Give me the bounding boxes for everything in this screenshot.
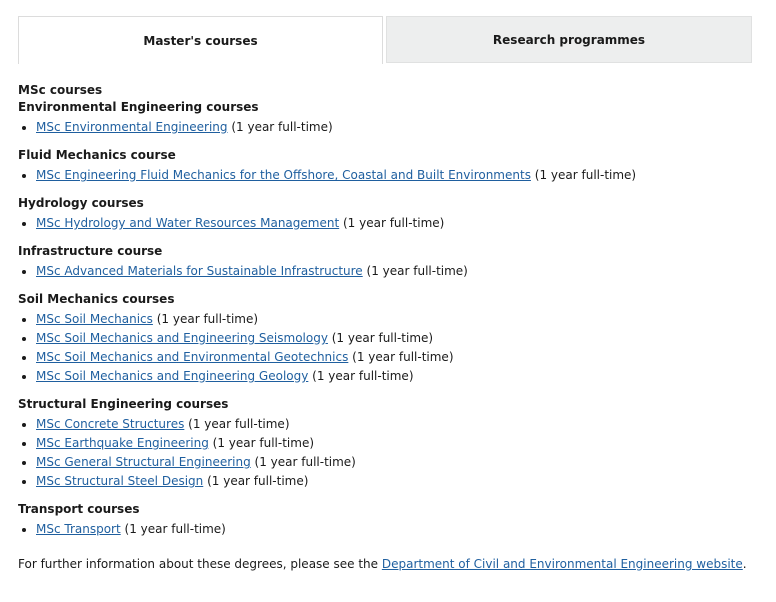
footer-period: . xyxy=(742,557,747,571)
course-duration: (1 year full-time) xyxy=(348,350,454,364)
course-group-heading: Infrastructure course xyxy=(18,244,163,258)
course-list-item: MSc Advanced Materials for Sustainable I… xyxy=(18,262,758,281)
course-link[interactable]: MSc Advanced Materials for Sustainable I… xyxy=(36,264,363,278)
course-duration: (1 year full-time) xyxy=(203,474,309,488)
course-duration: (1 year full-time) xyxy=(120,522,226,536)
course-duration: (1 year full-time) xyxy=(308,369,414,383)
tab-panel-masters: MSc courses Environmental Engineering co… xyxy=(18,82,758,573)
course-list-item: MSc Earthquake Engineering (1 year full-… xyxy=(18,434,758,453)
course-link[interactable]: MSc Engineering Fluid Mechanics for the … xyxy=(36,168,531,182)
course-duration: (1 year full-time) xyxy=(530,168,637,182)
course-list: MSc Environmental Engineering (1 year fu… xyxy=(18,118,758,137)
footer-text: For further information about these degr… xyxy=(18,557,382,571)
department-website-link[interactable]: Department of Civil and Environmental En… xyxy=(382,557,743,571)
course-list-item: MSc Environmental Engineering (1 year fu… xyxy=(18,118,758,137)
course-list-item: MSc General Structural Engineering (1 ye… xyxy=(18,453,758,472)
course-group: Transport courses MSc Transport (1 year f… xyxy=(18,501,758,539)
course-group-heading: Structural Engineering courses xyxy=(18,397,229,411)
course-group: Hydrology courses MSc Hydrology and Water… xyxy=(18,195,758,233)
course-group-heading: Soil Mechanics courses xyxy=(18,292,175,306)
course-list: MSc Hydrology and Water Resources Manage… xyxy=(18,214,758,233)
tab-masters-courses[interactable]: Master's courses xyxy=(18,16,383,64)
further-information: For further information about these degr… xyxy=(18,556,758,573)
course-link[interactable]: MSc Structural Steel Design xyxy=(36,474,203,488)
course-group: Structural Engineering courses MSc Concre… xyxy=(18,396,758,491)
course-group-heading: Fluid Mechanics course xyxy=(18,148,176,162)
course-link[interactable]: MSc Hydrology and Water Resources Manage… xyxy=(36,216,339,230)
course-list-item: MSc Transport (1 year full-time) xyxy=(18,520,758,539)
course-group: Soil Mechanics courses MSc Soil Mechanics… xyxy=(18,291,758,386)
course-group: Fluid Mechanics course MSc Engineering Fl… xyxy=(18,147,758,185)
course-link[interactable]: MSc Soil Mechanics and Environmental Geo… xyxy=(36,350,348,364)
course-tabs: Master's courses Research programmes xyxy=(18,16,752,64)
course-group: Environmental Engineering courses MSc Env… xyxy=(18,99,758,137)
course-list-item: MSc Hydrology and Water Resources Manage… xyxy=(18,214,758,233)
tab-research-programmes[interactable]: Research programmes xyxy=(386,16,752,63)
course-link[interactable]: MSc Soil Mechanics and Engineering Geolo… xyxy=(36,369,308,383)
course-list-item: MSc Soil Mechanics and Engineering Seism… xyxy=(18,329,758,348)
course-link[interactable]: MSc Soil Mechanics xyxy=(36,312,153,326)
course-duration: (1 year full-time) xyxy=(327,331,434,345)
course-duration: (1 year full-time) xyxy=(208,436,315,450)
course-list-item: MSc Soil Mechanics and Environmental Geo… xyxy=(18,348,758,367)
course-duration: (1 year full-time) xyxy=(250,455,356,469)
course-link[interactable]: MSc Concrete Structures xyxy=(36,417,184,431)
course-link[interactable]: MSc Transport xyxy=(36,522,121,536)
course-list: MSc Transport (1 year full-time) xyxy=(18,520,758,539)
course-group-heading: Hydrology courses xyxy=(18,196,144,210)
course-duration: (1 year full-time) xyxy=(339,216,445,230)
course-group: Infrastructure course MSc Advanced Materi… xyxy=(18,243,758,281)
course-list-item: MSc Structural Steel Design (1 year full… xyxy=(18,472,758,491)
course-link[interactable]: MSc General Structural Engineering xyxy=(36,455,251,469)
course-list-item: MSc Soil Mechanics and Engineering Geolo… xyxy=(18,367,758,386)
course-list-item: MSc Soil Mechanics (1 year full-time) xyxy=(18,310,758,329)
course-duration: (1 year full-time) xyxy=(227,120,333,134)
course-list: MSc Concrete Structures (1 year full-tim… xyxy=(18,415,758,491)
page-heading: MSc courses xyxy=(18,83,103,97)
course-duration: (1 year full-time) xyxy=(184,417,290,431)
course-list: MSc Soil Mechanics (1 year full-time) MSc… xyxy=(18,310,758,386)
course-groups: Environmental Engineering courses MSc Env… xyxy=(18,99,758,539)
course-group-heading: Transport courses xyxy=(18,502,140,516)
course-group-heading: Environmental Engineering courses xyxy=(18,100,259,114)
course-duration: (1 year full-time) xyxy=(152,312,259,326)
course-list-item: MSc Concrete Structures (1 year full-tim… xyxy=(18,415,758,434)
course-link[interactable]: MSc Soil Mechanics and Engineering Seism… xyxy=(36,331,328,345)
course-list: MSc Advanced Materials for Sustainable I… xyxy=(18,262,758,281)
course-link[interactable]: MSc Environmental Engineering xyxy=(36,120,228,134)
course-link[interactable]: MSc Earthquake Engineering xyxy=(36,436,209,450)
course-list: MSc Engineering Fluid Mechanics for the … xyxy=(18,166,758,185)
course-list-item: MSc Engineering Fluid Mechanics for the … xyxy=(18,166,758,185)
course-duration: (1 year full-time) xyxy=(362,264,468,278)
